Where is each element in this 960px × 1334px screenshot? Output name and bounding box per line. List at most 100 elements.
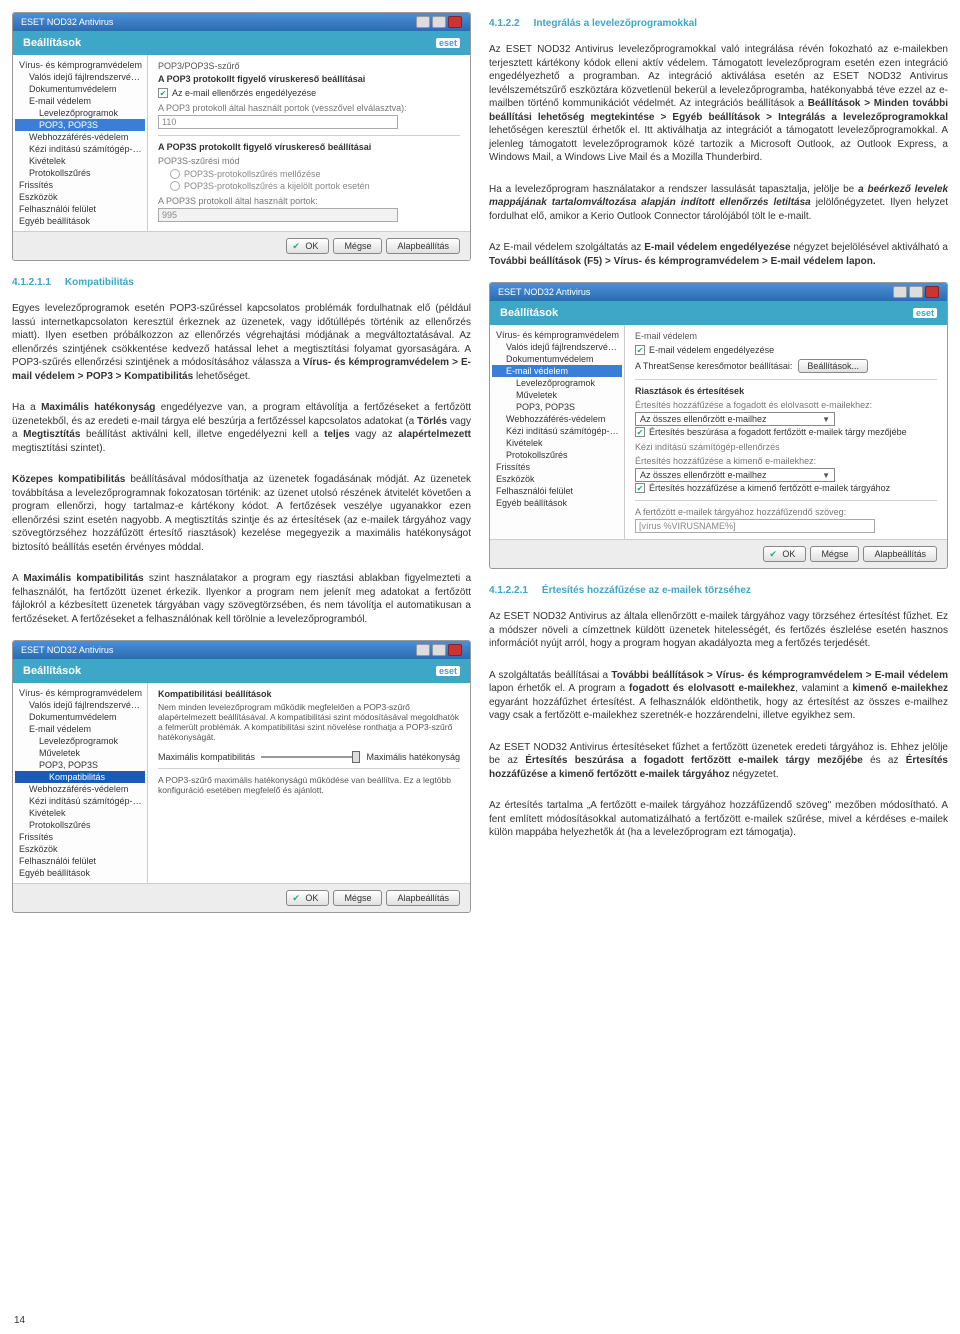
- settings-tree[interactable]: Vírus- és kémprogramvédelem Valós idejű …: [13, 683, 148, 883]
- tree-item[interactable]: Levelezőprogramok: [15, 107, 145, 119]
- maximize-icon[interactable]: [432, 644, 446, 656]
- tree-item[interactable]: Levelezőprogramok: [492, 377, 622, 389]
- panel-header: Beállítások eset: [13, 659, 470, 683]
- tree-item[interactable]: Webhozzáférés-védelem: [15, 131, 145, 143]
- tree-item[interactable]: E-mail védelem: [15, 723, 145, 735]
- window-buttons: [416, 16, 462, 28]
- maximize-icon[interactable]: [909, 286, 923, 298]
- minimize-icon[interactable]: [893, 286, 907, 298]
- minimize-icon[interactable]: [416, 644, 430, 656]
- tree-item[interactable]: Felhasználói felület: [15, 855, 145, 867]
- checkbox-icon[interactable]: ✔: [635, 427, 645, 437]
- tree-item[interactable]: Felhasználói felület: [15, 203, 145, 215]
- settings-tree[interactable]: Vírus- és kémprogramvédelem Valós idejű …: [490, 325, 625, 539]
- tree-item-selected[interactable]: POP3, POP3S: [15, 119, 145, 131]
- tree-item[interactable]: Egyéb beállítások: [492, 497, 622, 509]
- ok-button[interactable]: OK: [286, 890, 329, 906]
- default-button[interactable]: Alapbeállítás: [386, 238, 460, 254]
- compat-slider[interactable]: Maximális kompatibilitás Maximális haték…: [158, 752, 460, 762]
- panel-header-title: Beállítások: [23, 665, 81, 677]
- group-title: A POP3 protokollt figyelő víruskereső be…: [158, 74, 460, 84]
- tree-item[interactable]: Webhozzáférés-védelem: [15, 783, 145, 795]
- tree-item[interactable]: Levelezőprogramok: [15, 735, 145, 747]
- tree-item[interactable]: Eszközök: [15, 843, 145, 855]
- default-button[interactable]: Alapbeállítás: [863, 546, 937, 562]
- tree-item[interactable]: POP3, POP3S: [492, 401, 622, 413]
- checkbox-icon[interactable]: ✔: [635, 345, 645, 355]
- body-text: Ha a levelezőprogram használatakor a ren…: [489, 183, 948, 224]
- tree-item[interactable]: Kézi indítású számítógép-ellenőrzés: [15, 795, 145, 807]
- tree-item[interactable]: Dokumentumvédelem: [492, 353, 622, 365]
- tree-item[interactable]: Webhozzáférés-védelem: [492, 413, 622, 425]
- tree-item[interactable]: Frissítés: [15, 179, 145, 191]
- tree-item-selected[interactable]: Kompatibilitás: [15, 771, 145, 783]
- checkbox-icon[interactable]: ✔: [158, 88, 168, 98]
- tree-item[interactable]: Egyéb beállítások: [15, 215, 145, 227]
- close-icon[interactable]: [448, 644, 462, 656]
- tree-item-selected[interactable]: E-mail védelem: [492, 365, 622, 377]
- settings-tree[interactable]: Vírus- és kémprogramvédelem Valós idejű …: [13, 55, 148, 231]
- cancel-button[interactable]: Mégse: [810, 546, 859, 562]
- settings-button[interactable]: Beállítások...: [798, 359, 868, 373]
- tree-item[interactable]: Műveletek: [492, 389, 622, 401]
- cancel-button[interactable]: Mégse: [333, 890, 382, 906]
- dropdown-received[interactable]: Az összes ellenőrzött e-mailhez ▼: [635, 412, 835, 426]
- section-title: Integrálás a levelezőprogramokkal: [534, 18, 697, 29]
- ports-input[interactable]: 110: [158, 115, 398, 129]
- tree-item[interactable]: Eszközök: [492, 473, 622, 485]
- tree-item[interactable]: Frissítés: [492, 461, 622, 473]
- tree-item[interactable]: Kézi indítású számítógép-ellenőrzés: [492, 425, 622, 437]
- checkbox-label: Értesítés beszúrása a fogadott fertőzött…: [649, 427, 907, 437]
- group-title: Riasztások és értesítések: [635, 386, 937, 396]
- dropdown-sent[interactable]: Az összes ellenőrzött e-mailhez ▼: [635, 468, 835, 482]
- section-number: 4.1.2.2: [489, 18, 520, 29]
- window-titlebar: ESET NOD32 Antivirus: [13, 13, 470, 31]
- tree-item[interactable]: Vírus- és kémprogramvédelem: [492, 329, 622, 341]
- tree-item[interactable]: Vírus- és kémprogramvédelem: [15, 59, 145, 71]
- screenshot-compatibility: ESET NOD32 Antivirus Beállítások eset Ví…: [12, 640, 471, 913]
- tree-item[interactable]: Valós idejű fájlrendszervédelem: [15, 71, 145, 83]
- close-icon[interactable]: [448, 16, 462, 28]
- field-label: A fertőzött e-mailek tárgyához hozzáfűze…: [635, 507, 937, 517]
- radio-icon[interactable]: [170, 181, 180, 191]
- tree-item[interactable]: E-mail védelem: [15, 95, 145, 107]
- tree-item[interactable]: Felhasználói felület: [492, 485, 622, 497]
- tree-item[interactable]: Protokollszűrés: [15, 167, 145, 179]
- ok-button[interactable]: OK: [286, 238, 329, 254]
- tree-item[interactable]: Frissítés: [15, 831, 145, 843]
- tree-item[interactable]: Egyéb beállítások: [15, 867, 145, 879]
- tag-input[interactable]: [vírus %VIRUSNAME%]: [635, 519, 875, 533]
- window-titlebar: ESET NOD32 Antivirus: [13, 641, 470, 659]
- tree-item[interactable]: Valós idejű fájlrendszervédelem: [15, 699, 145, 711]
- body-text: Az ESET NOD32 Antivirus levelezőprogramo…: [489, 43, 948, 165]
- tree-item[interactable]: Kézi indítású számítógép-ellenőrzés: [15, 143, 145, 155]
- tree-item[interactable]: Protokollszűrés: [492, 449, 622, 461]
- tree-item[interactable]: POP3, POP3S: [15, 759, 145, 771]
- body-text: Egyes levelezőprogramok esetén POP3-szűr…: [12, 302, 471, 383]
- ok-button[interactable]: OK: [763, 546, 806, 562]
- panel-header: Beállítások eset: [490, 301, 947, 325]
- tree-item[interactable]: Kivételek: [492, 437, 622, 449]
- close-icon[interactable]: [925, 286, 939, 298]
- default-button[interactable]: Alapbeállítás: [386, 890, 460, 906]
- body-text: Az ESET NOD32 Antivirus értesítéseket fű…: [489, 741, 948, 782]
- cancel-button[interactable]: Mégse: [333, 238, 382, 254]
- tree-item[interactable]: Vírus- és kémprogramvédelem: [15, 687, 145, 699]
- breadcrumb: E-mail védelem: [635, 331, 937, 341]
- tree-item[interactable]: Műveletek: [15, 747, 145, 759]
- field-label: Értesítés hozzáfűzése a fogadott és elol…: [635, 400, 937, 410]
- tree-item[interactable]: Kivételek: [15, 155, 145, 167]
- tree-item[interactable]: Kivételek: [15, 807, 145, 819]
- tree-item[interactable]: Dokumentumvédelem: [15, 711, 145, 723]
- tree-item[interactable]: Dokumentumvédelem: [15, 83, 145, 95]
- tree-item[interactable]: Valós idejű fájlrendszervédelem: [492, 341, 622, 353]
- radio-icon[interactable]: [170, 169, 180, 179]
- eset-logo: eset: [436, 666, 460, 676]
- minimize-icon[interactable]: [416, 16, 430, 28]
- tree-item[interactable]: Eszközök: [15, 191, 145, 203]
- checkbox-icon[interactable]: ✔: [635, 483, 645, 493]
- screenshot-email-protection: ESET NOD32 Antivirus Beállítások eset Ví…: [489, 282, 948, 569]
- maximize-icon[interactable]: [432, 16, 446, 28]
- tree-item[interactable]: Protokollszűrés: [15, 819, 145, 831]
- footnote-text: A POP3-szűrő maximális hatékonyságú műkö…: [158, 775, 460, 795]
